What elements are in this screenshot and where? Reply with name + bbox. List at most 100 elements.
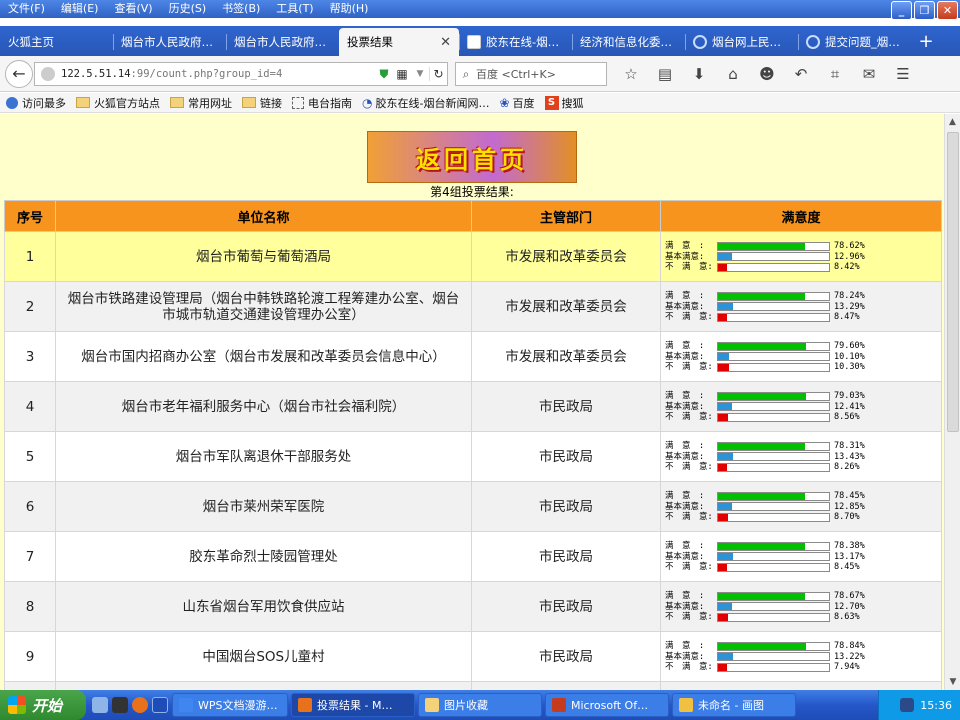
scroll-down-arrow-icon[interactable]: ▼ bbox=[945, 674, 960, 690]
menu-item[interactable]: 查看(V) bbox=[106, 0, 160, 18]
tab[interactable]: 烟台市人民政府… bbox=[226, 28, 339, 56]
reload-icon[interactable]: ↻ bbox=[429, 67, 447, 81]
sohu-icon: S bbox=[544, 95, 559, 110]
taskbar-button[interactable]: 图片收藏 bbox=[418, 693, 542, 717]
chat-icon[interactable]: ☻ bbox=[752, 62, 782, 86]
results-table: 序号 单位名称 主管部门 满意度 1 烟台市葡萄与葡萄酒局 市发展和改革委员会满 意… bbox=[4, 200, 942, 690]
network-icon[interactable] bbox=[900, 698, 915, 712]
bookmark-label: 火狐官方站点 bbox=[94, 96, 160, 110]
close-window-button[interactable]: ✕ bbox=[937, 1, 958, 20]
menu-icon[interactable]: ☰ bbox=[888, 62, 918, 86]
tab[interactable]: 经济和信息化委… bbox=[572, 28, 685, 56]
tab[interactable]: 火狐主页 bbox=[0, 28, 113, 56]
clock: 15:36 bbox=[920, 698, 952, 712]
qq-icon[interactable] bbox=[112, 697, 128, 713]
minimize-button[interactable]: _ bbox=[891, 1, 912, 20]
reading-list-icon[interactable]: ▤ bbox=[650, 62, 680, 86]
bookmark-item[interactable]: 常用网址 bbox=[170, 95, 232, 111]
menu-item[interactable]: 工具(T) bbox=[268, 0, 321, 18]
most-visited-icon bbox=[6, 96, 18, 109]
search-bar[interactable]: ⌕ 百度 <Ctrl+K> bbox=[455, 62, 607, 86]
bookmark-item[interactable]: 访问最多 bbox=[6, 95, 66, 111]
scrollbar-thumb[interactable] bbox=[947, 132, 959, 432]
navigation-bar: ← 122.5.51.14:99/count.php?group_id=4 ⛊ … bbox=[0, 56, 960, 92]
unsatisfied-row: 不 满 意: 8.63% bbox=[665, 612, 937, 623]
cell-satisfaction: 满 意 :78.31% 基本满意: 13.43% 不 满 意: 8.26% bbox=[660, 431, 942, 482]
tab-label: 经济和信息化委… bbox=[580, 35, 672, 49]
cell-unit: 烟台市国内招商办公室（烟台市发展和改革委员会信息中心） bbox=[55, 331, 472, 382]
tab[interactable]: 烟台市人民政府… bbox=[113, 28, 226, 56]
basically-satisfied-bar-fill bbox=[718, 303, 733, 310]
new-tab-button[interactable]: + bbox=[911, 28, 941, 56]
home-icon[interactable]: ⌂ bbox=[718, 62, 748, 86]
tab[interactable]: 胶东在线-烟… bbox=[459, 28, 572, 56]
cell-no: 1 bbox=[4, 231, 56, 282]
taskbar-button[interactable]: 投票结果 - M… bbox=[291, 693, 415, 717]
quick-launch-app-icon[interactable] bbox=[92, 697, 108, 713]
basically-satisfied-bar bbox=[717, 252, 830, 261]
back-button[interactable]: ← bbox=[5, 60, 33, 88]
tab[interactable]: 提交问题_烟… bbox=[798, 28, 911, 56]
menu-item[interactable]: 书签(B) bbox=[214, 0, 268, 18]
download-icon[interactable]: ⬇ bbox=[684, 62, 714, 86]
message-icon[interactable]: ✉ bbox=[854, 62, 884, 86]
taskbar-button[interactable]: 未命名 - 画图 bbox=[672, 693, 796, 717]
firefox-icon[interactable] bbox=[132, 697, 148, 713]
bookmark-item[interactable]: S 搜狐 bbox=[544, 95, 584, 111]
tab-close-icon[interactable]: ✕ bbox=[440, 35, 451, 50]
app-icon bbox=[679, 698, 693, 712]
scroll-up-arrow-icon[interactable]: ▲ bbox=[945, 114, 960, 130]
url-bar[interactable]: 122.5.51.14:99/count.php?group_id=4 ⛊ ▦ … bbox=[34, 62, 448, 86]
bookmark-item[interactable]: ◔ 胶东在线-烟台新闻网… bbox=[362, 95, 489, 111]
taskbar-button-label: 图片收藏 bbox=[444, 699, 488, 712]
cell-satisfaction: 满 意 :78.67% 基本满意: 12.70% 不 满 意: 8.63% bbox=[660, 581, 942, 632]
unsatisfied-bar bbox=[717, 312, 830, 322]
satisfied-bar bbox=[717, 391, 830, 401]
site-identity-icon[interactable] bbox=[41, 67, 55, 81]
bookmark-star-icon[interactable]: ☆ bbox=[616, 62, 646, 86]
menu-item[interactable]: 历史(S) bbox=[161, 0, 215, 18]
dropdown-arrow-icon[interactable]: ▼ bbox=[411, 69, 429, 79]
bookmark-item[interactable]: 火狐官方站点 bbox=[76, 95, 160, 111]
basically-satisfied-bar bbox=[717, 602, 830, 611]
bookmark-item[interactable]: ❀ 百度 bbox=[499, 95, 534, 111]
tab-label: 提交问题_烟… bbox=[825, 35, 900, 49]
taskbar-button-label: 投票结果 - M… bbox=[317, 699, 393, 712]
qrcode-icon[interactable]: ▦ bbox=[393, 67, 411, 81]
cell-unit: 烟台市葡萄与葡萄酒局 bbox=[55, 231, 472, 282]
unsatisfied-row: 不 满 意: 7.94% bbox=[665, 662, 937, 673]
cell-no: 9 bbox=[4, 631, 56, 682]
crop-icon[interactable]: ⌗ bbox=[820, 62, 850, 86]
url-text[interactable]: 122.5.51.14:99/count.php?group_id=4 bbox=[61, 68, 375, 80]
taskbar-button[interactable]: Microsoft Of… bbox=[545, 693, 669, 717]
maximize-button[interactable]: ❐ bbox=[914, 1, 935, 20]
undo-icon[interactable]: ↶ bbox=[786, 62, 816, 86]
menu-item[interactable]: 文件(F) bbox=[0, 0, 53, 18]
tab-active[interactable]: 投票结果 ✕ bbox=[339, 28, 459, 56]
vertical-scrollbar[interactable]: ▲ ▼ bbox=[944, 114, 960, 690]
taskbar-button[interactable]: WPS文档漫游… bbox=[172, 693, 288, 717]
tab-label: 胶东在线-烟… bbox=[486, 35, 560, 49]
unsatisfied-label: 不 满 意: bbox=[665, 562, 713, 572]
tab[interactable]: 烟台网上民… bbox=[685, 28, 798, 56]
cell-satisfaction: 满 意 :78.24% 基本满意: 13.29% 不 满 意: 8.47% bbox=[660, 281, 942, 332]
folder-icon bbox=[170, 97, 184, 108]
cell-unit: 胶东革命烈士陵园管理处 bbox=[55, 531, 472, 582]
bookmark-label: 访问最多 bbox=[22, 96, 66, 110]
basically-satisfied-bar-fill bbox=[718, 503, 733, 510]
satisfied-bar bbox=[717, 491, 830, 501]
header-dept: 主管部门 bbox=[471, 200, 661, 232]
basically-satisfied-bar bbox=[717, 552, 830, 561]
unsatisfied-bar bbox=[717, 412, 830, 422]
show-desktop-icon[interactable] bbox=[152, 697, 168, 713]
basically-satisfied-bar bbox=[717, 452, 830, 461]
bookmark-item[interactable]: 链接 bbox=[242, 95, 282, 111]
start-button[interactable]: 开始 bbox=[0, 690, 86, 720]
menu-item[interactable]: 编辑(E) bbox=[53, 0, 107, 18]
menu-item[interactable]: 帮助(H) bbox=[322, 0, 377, 18]
app-icon bbox=[179, 698, 193, 712]
return-home-banner[interactable]: 返回首页 bbox=[367, 131, 577, 183]
shield-icon[interactable]: ⛊ bbox=[375, 67, 393, 82]
table-row: 3 烟台市国内招商办公室（烟台市发展和改革委员会信息中心） 市发展和改革委员会满 意… bbox=[4, 331, 942, 382]
bookmark-item[interactable]: 电台指南 bbox=[292, 95, 352, 111]
